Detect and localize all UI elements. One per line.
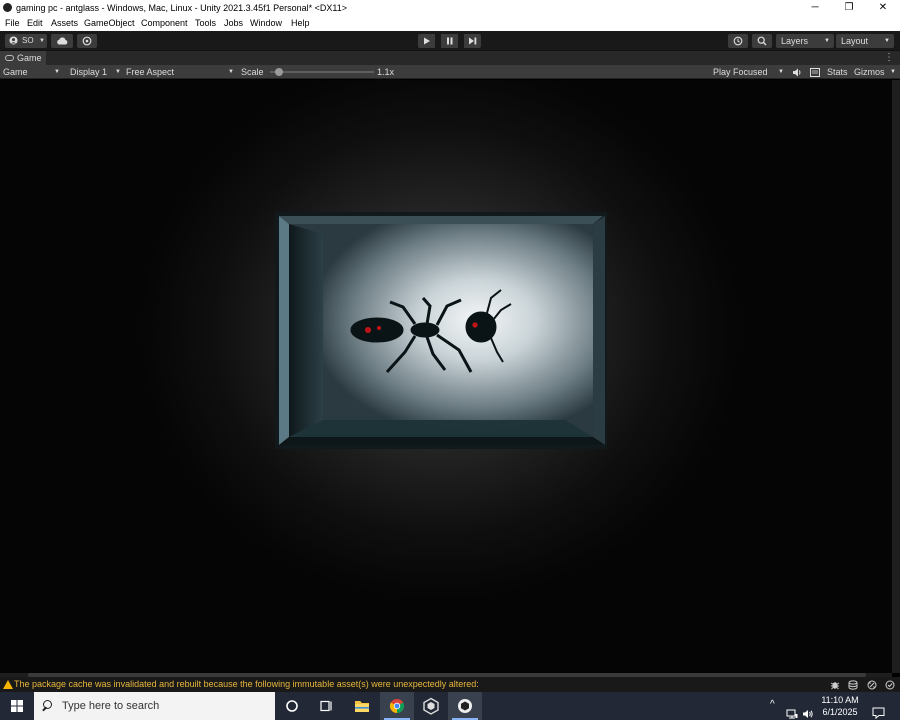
menu-tools[interactable]: Tools [195, 18, 216, 28]
layers-dropdown[interactable]: Layers ▼ [776, 34, 834, 48]
layout-label: Layout [841, 36, 869, 46]
clock-time: 11:10 AM [821, 695, 859, 705]
unity-editor-app[interactable] [448, 692, 482, 720]
menu-window[interactable]: Window [250, 18, 282, 28]
chevron-down-icon: ▼ [54, 69, 60, 75]
windows-logo-icon [11, 700, 23, 712]
chevron-down-icon: ▼ [884, 38, 890, 44]
unity-icon [458, 699, 472, 713]
unity-hub-app[interactable] [414, 692, 448, 720]
stats-button[interactable]: Stats [827, 65, 848, 79]
account-icon [9, 36, 18, 45]
task-view-button[interactable] [309, 692, 343, 720]
cache-server-icon[interactable] [848, 680, 858, 690]
unity-hub-icon [423, 697, 439, 715]
cortana-button[interactable] [275, 692, 309, 720]
close-button[interactable]: ✕ [866, 0, 900, 16]
volume-icon[interactable] [802, 700, 814, 720]
start-button[interactable] [0, 692, 34, 720]
collab-icon [82, 36, 92, 46]
scale-slider-track[interactable] [270, 71, 374, 73]
gizmos-button[interactable]: Gizmos [854, 65, 885, 79]
window-title: gaming pc - antglass - Windows, Mac, Lin… [16, 3, 348, 13]
menu-assets[interactable]: Assets [51, 18, 78, 28]
pause-button[interactable] [441, 34, 458, 48]
keyboard-shortcuts-icon[interactable] [810, 68, 820, 77]
ant-glass-box-render [275, 212, 607, 449]
file-explorer-app[interactable] [345, 692, 379, 720]
menu-file[interactable]: File [5, 18, 20, 28]
more-options-icon[interactable]: ⋮ [884, 52, 894, 64]
minimize-button[interactable]: ─ [798, 0, 832, 16]
step-button[interactable] [464, 34, 481, 48]
console-warning-message[interactable]: The package cache was invalidated and re… [14, 679, 479, 689]
warning-icon [3, 680, 13, 689]
gamepad-icon [5, 55, 14, 61]
chevron-down-icon: ▼ [115, 69, 121, 75]
chevron-down-icon: ▼ [778, 69, 784, 75]
step-icon [469, 37, 477, 45]
menu-help[interactable]: Help [291, 18, 310, 28]
taskbar-search-input[interactable]: Type here to search [34, 692, 275, 720]
status-bar: The package cache was invalidated and re… [0, 677, 900, 692]
display-select[interactable]: Display 1 [70, 65, 107, 79]
play-icon [424, 37, 430, 45]
layout-dropdown[interactable]: Layout ▼ [836, 34, 894, 48]
tab-game-label: Game [17, 53, 42, 63]
menu-edit[interactable]: Edit [27, 18, 43, 28]
scale-label: Scale [241, 67, 264, 77]
chevron-up-icon[interactable]: ^ [770, 699, 775, 720]
notifications-icon[interactable] [872, 699, 885, 720]
menu-bar: File Edit Assets GameObject Component To… [0, 16, 900, 31]
speaker-icon[interactable] [792, 68, 802, 77]
clock-date: 6/1/2025 [822, 707, 858, 717]
viewport-vertical-scrollbar[interactable] [892, 80, 900, 673]
scale-slider-thumb[interactable] [275, 68, 284, 76]
game-view-controls: Game ▼ Display 1 ▼ Free Aspect ▼ Scale 1… [0, 65, 900, 79]
restore-button[interactable]: ❐ [832, 0, 866, 16]
cloud-icon [57, 37, 68, 45]
cloud-button[interactable] [51, 34, 73, 48]
chevron-down-icon: ▼ [890, 69, 896, 75]
cortana-circle-icon [286, 700, 298, 712]
undo-history-button[interactable] [728, 34, 748, 48]
play-button[interactable] [418, 34, 435, 48]
scale-value: 1.1x [377, 67, 395, 77]
search-icon [757, 36, 767, 46]
aspect-select[interactable]: Free Aspect [126, 65, 174, 79]
layers-label: Layers [781, 36, 809, 46]
account-label: SO [22, 36, 34, 45]
pause-icon [447, 37, 453, 45]
account-dropdown[interactable]: SO ▼ [5, 34, 47, 48]
folder-icon [355, 701, 369, 712]
chevron-down-icon: ▼ [228, 69, 234, 75]
system-clock[interactable]: 11:10 AM 6/1/2025 [818, 694, 862, 718]
history-icon [733, 36, 743, 46]
game-viewport[interactable] [0, 80, 892, 673]
auto-refresh-icon[interactable] [885, 680, 895, 690]
task-view-icon [320, 700, 332, 712]
view-select[interactable]: Game [3, 65, 28, 79]
chevron-down-icon: ▼ [824, 38, 830, 44]
tab-game[interactable]: Game [0, 51, 46, 65]
unity-logo-icon [3, 3, 12, 12]
menu-gameobject[interactable]: GameObject [84, 18, 135, 28]
window-titlebar: gaming pc - antglass - Windows, Mac, Lin… [0, 0, 900, 16]
search-button[interactable] [752, 34, 772, 48]
menu-jobs[interactable]: Jobs [224, 18, 243, 28]
progress-icon[interactable] [867, 680, 877, 690]
chrome-app[interactable] [380, 692, 414, 720]
search-placeholder: Type here to search [62, 700, 160, 712]
play-mode-select[interactable]: Play Focused [713, 65, 768, 79]
network-icon[interactable] [786, 700, 798, 720]
game-tab-bar: Game ⋮ [0, 51, 900, 65]
chrome-icon [389, 699, 405, 714]
main-toolbar: SO ▼ Layers ▼ Layout ▼ [0, 31, 900, 51]
windows-taskbar: Type here to search ^ 11:10 AM 6/1/2025 [0, 692, 900, 720]
debug-bug-icon[interactable] [830, 680, 840, 690]
chevron-down-icon: ▼ [39, 38, 45, 44]
collab-button[interactable] [77, 34, 97, 48]
menu-component[interactable]: Component [141, 18, 188, 28]
